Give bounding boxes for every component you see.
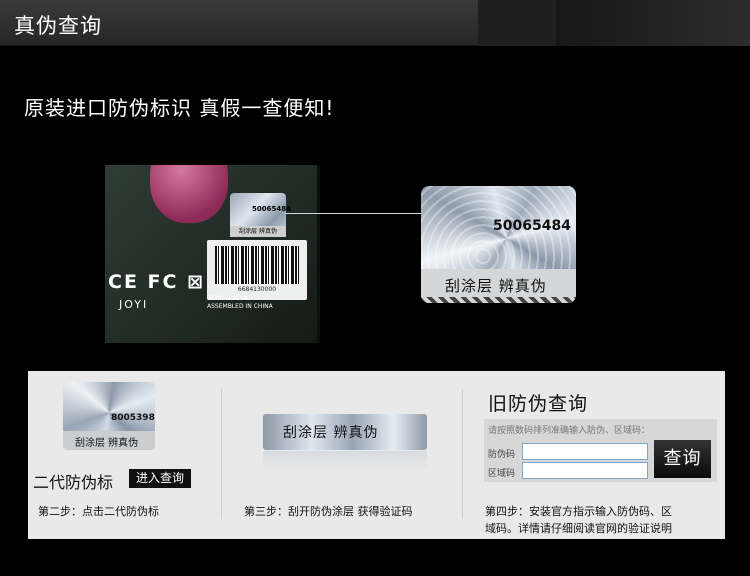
- hologram-scratch-text: 刮涂层 辨真伪: [445, 277, 547, 295]
- enter-query-button[interactable]: 进入查询: [129, 469, 191, 488]
- top-bar-segment: [556, 0, 750, 46]
- code-label: 防伪码: [488, 450, 516, 460]
- scratch-reflection: [263, 451, 427, 471]
- barcode-number: 6684130000: [237, 286, 277, 293]
- barcode: [215, 246, 299, 284]
- page-title: 真伪查询: [14, 14, 102, 38]
- query-button[interactable]: 查询: [654, 440, 711, 478]
- top-bar-segment: [478, 0, 556, 46]
- second-gen-strip: 刮涂层 辨真伪: [63, 431, 155, 450]
- hologram-sticker-zoom: 50065484 刮涂层 辨真伪: [421, 186, 576, 303]
- scratch-coating: 刮涂层 辨真伪: [263, 414, 427, 450]
- code-input[interactable]: [522, 443, 648, 460]
- barcode-card: 6684130000: [207, 240, 307, 300]
- origin-line: DESIGN IN UK: [207, 295, 249, 302]
- old-query-hint: 请按照数码排列准确输入防伪、区域码：: [488, 426, 651, 436]
- step4-caption: 第四步：安装官方指示输入防伪码、区 域码。详情请仔细阅读官网的验证说明: [485, 503, 672, 537]
- step4-caption-line: 域码。详情请仔细阅读官网的验证说明: [485, 522, 672, 535]
- top-bar: 真伪查询: [0, 0, 750, 46]
- box-sticker-text: 刮涂层 辨真伪: [230, 226, 286, 237]
- second-gen-number: 80053989: [111, 413, 155, 423]
- region-input[interactable]: [522, 462, 648, 479]
- hologram-number: 50065484: [493, 218, 571, 234]
- product-image: [150, 165, 228, 223]
- origin-line: ASSEMBLED IN CHINA: [207, 303, 273, 310]
- second-gen-text: 刮涂层 辨真伪: [75, 438, 139, 449]
- connector-line: [285, 213, 425, 214]
- step-divider: [462, 389, 463, 519]
- product-box-image: 50065484 刮涂层 辨真伪 6684130000 CE FC ⊠ JOYI…: [105, 165, 320, 343]
- region-label: 区域码: [488, 469, 516, 479]
- second-gen-hologram[interactable]: 80053989 刮涂层 辨真伪: [63, 382, 155, 450]
- step3-caption: 第三步：刮开防伪涂层 获得验证码: [244, 505, 413, 518]
- origin-text: DESIGN IN UK ASSEMBLED IN CHINA: [207, 295, 273, 311]
- step2-caption: 第二步：点击二代防伪标: [38, 505, 159, 518]
- old-query-title: 旧防伪查询: [488, 393, 589, 415]
- steps-panel: 80053989 刮涂层 辨真伪 二代防伪标 进入查询 第二步：点击二代防伪标 …: [28, 371, 725, 539]
- hologram-scratch-strip: 刮涂层 辨真伪: [421, 269, 576, 303]
- scratch-text: 刮涂层 辨真伪: [283, 425, 379, 441]
- step4-caption-line: 第四步：安装官方指示输入防伪码、区: [485, 505, 672, 518]
- box-hologram-sticker: 50065484 刮涂层 辨真伪: [230, 193, 291, 237]
- headline: 原装进口防伪标识 真假一查便知!: [24, 96, 335, 120]
- hologram-stripe: [421, 297, 576, 303]
- box-sticker-number: 50065484: [252, 205, 291, 213]
- old-query-form: 请按照数码排列准确输入防伪、区域码： 防伪码 区域码 查询: [484, 419, 717, 482]
- second-gen-label: 二代防伪标: [33, 473, 114, 492]
- certification-marks: CE FC ⊠: [108, 271, 205, 293]
- brand-logo: JOYI: [119, 298, 149, 311]
- step-divider: [221, 389, 222, 519]
